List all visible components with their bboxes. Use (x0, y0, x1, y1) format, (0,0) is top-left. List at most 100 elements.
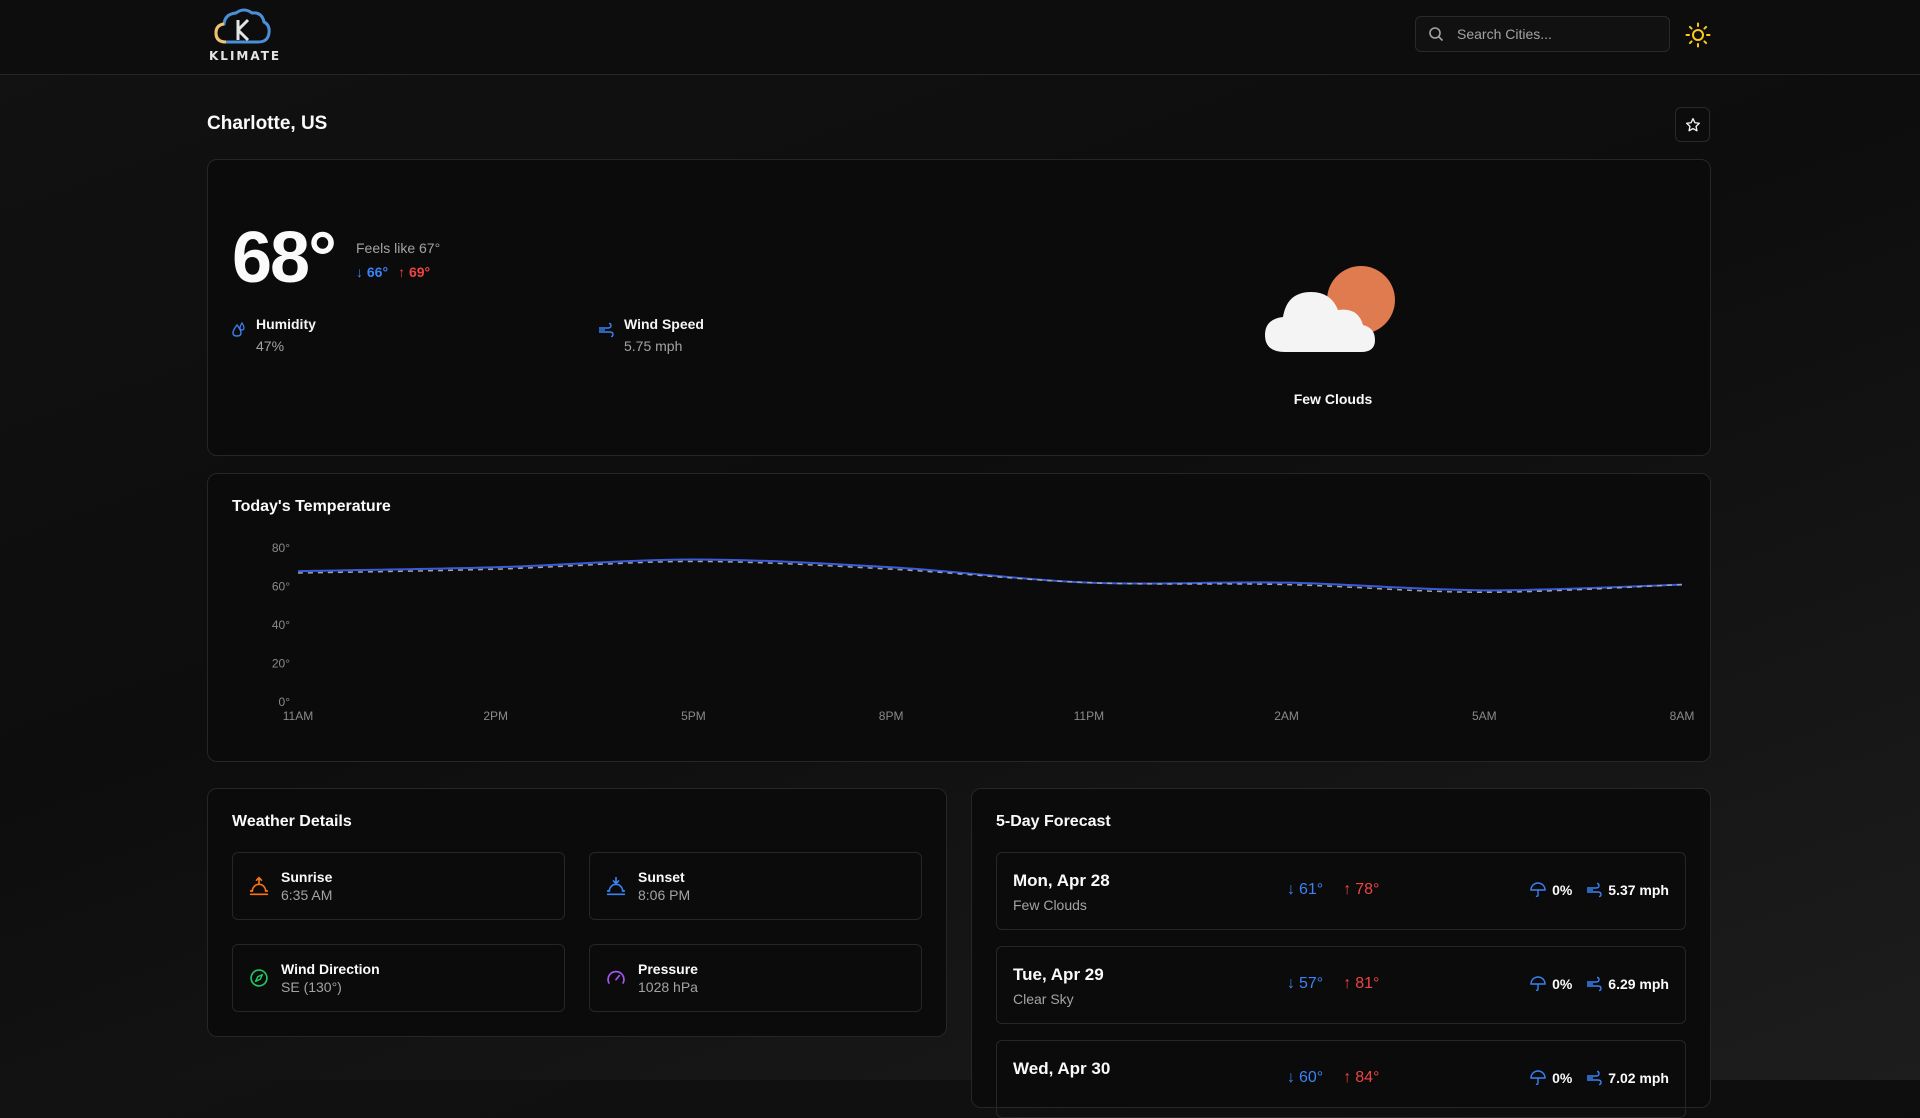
compass-icon (250, 969, 268, 987)
max-temp: ↑ 69° (398, 264, 431, 280)
top-bar: KLIMATE Search Cities... (0, 0, 1920, 75)
y-tick-label: 60° (272, 580, 290, 594)
umbrella-icon (1530, 976, 1546, 992)
wind-direction-value: SE (130°) (281, 979, 342, 995)
weather-description: Few Clouds (1293, 391, 1373, 407)
forecast-date: Tue, Apr 29 (1013, 965, 1104, 984)
temperature-line (297, 558, 1683, 592)
umbrella-icon (1530, 882, 1546, 898)
humidity-stat: Humidity 47% (232, 316, 316, 354)
min-max-temps: ↓ 66° ↑ 69° (356, 264, 430, 280)
forecast-min: ↓ 57° (1287, 975, 1324, 992)
forecast-max: ↑ 78° (1343, 881, 1380, 898)
sunrise-label: Sunrise (281, 869, 333, 885)
forecast-rain-value: 0% (1552, 882, 1573, 898)
sunset-detail: Sunset 8:06 PM (589, 852, 922, 920)
logo-text: KLIMATE (209, 49, 282, 63)
wind-icon (599, 322, 614, 338)
forecast-max-value: 78° (1355, 881, 1380, 898)
sunrise-icon (249, 876, 269, 896)
wind-direction-label: Wind Direction (281, 961, 380, 977)
forecast-wind-value: 7.02 mph (1608, 1070, 1669, 1086)
favorite-button[interactable] (1675, 107, 1710, 142)
wind-icon (1587, 882, 1602, 898)
min-temp: ↓ 66° (356, 264, 389, 280)
x-tick-label: 2PM (483, 709, 508, 723)
max-temp-value: 69° (408, 264, 431, 280)
wind-direction-detail: Wind Direction SE (130°) (232, 944, 565, 1012)
sunset-value: 8:06 PM (638, 887, 691, 903)
wind-icon (1587, 1070, 1602, 1086)
temperature-chart: 80° 60° 40° 20° 0°11AM 2PM 5PM 8PM 11PM 2AM 5AM 8AM (272, 541, 1695, 723)
forecast-extra: 0% 6.29 mph (1530, 976, 1669, 992)
forecast-temps: ↓ 61° ↑ 78° (1287, 881, 1379, 899)
forecast-min-value: 57° (1299, 975, 1324, 992)
x-tick-label: 8AM (1670, 709, 1695, 723)
page-title: Charlotte, US (207, 113, 328, 134)
forecast-min-value: 60° (1299, 1069, 1324, 1086)
forecast-max: ↑ 84° (1343, 1069, 1380, 1086)
forecast-rain: 0% (1530, 882, 1572, 898)
x-tick-label: 11PM (1074, 709, 1104, 723)
sun-icon (1685, 22, 1711, 48)
forecast-condition: Clear Sky (1013, 991, 1074, 1007)
wind-speed-label: Wind Speed (624, 316, 704, 332)
forecast-date: Mon, Apr 28 (1013, 871, 1110, 890)
umbrella-icon (1530, 1070, 1546, 1086)
sunset-icon (606, 876, 626, 896)
pressure-value: 1028 hPa (638, 979, 698, 995)
forecast-title: 5-Day Forecast (996, 813, 1111, 830)
forecast-rain-value: 0% (1552, 1070, 1573, 1086)
y-tick-label: 0° (279, 695, 291, 709)
forecast-min: ↓ 60° (1287, 1069, 1324, 1086)
forecast-min-value: 61° (1299, 881, 1324, 898)
sunrise-value: 6:35 AM (281, 887, 333, 903)
search-input[interactable]: Search Cities... (1415, 16, 1670, 52)
current-temperature: 68° (232, 218, 337, 298)
y-tick-label: 80° (272, 541, 290, 555)
humidity-label: Humidity (256, 316, 316, 332)
sunrise-detail: Sunrise 6:35 AM (232, 852, 565, 920)
x-tick-label: 11AM (283, 709, 313, 723)
star-icon (1685, 117, 1700, 131)
x-tick-label: 5PM (681, 709, 706, 723)
forecast-temps: ↓ 57° ↑ 81° (1287, 975, 1379, 993)
forecast-wind-value: 6.29 mph (1608, 976, 1669, 992)
current-weather-card: 68° Feels like 67° ↓ 66° ↑ 69° Humidity … (207, 159, 1711, 456)
few-clouds-icon (1265, 266, 1395, 352)
wind-speed-value: 5.75 mph (624, 338, 683, 354)
theme-toggle-button[interactable] (1685, 22, 1711, 48)
search-placeholder: Search Cities... (1457, 26, 1552, 42)
forecast-temps: ↓ 60° ↑ 84° (1287, 1069, 1379, 1087)
forecast-wind: 6.29 mph (1586, 976, 1669, 992)
forecast-min: ↓ 61° (1287, 881, 1324, 898)
temperature-chart-card: Today's Temperature 80° 60° 40° 20° 0° 11AM 2P… (207, 473, 1711, 762)
y-tick-label: 20° (272, 657, 290, 671)
y-tick-label: 40° (272, 618, 290, 632)
x-tick-label: 2AM (1274, 709, 1299, 723)
weather-details-card: Weather Details Sunrise 6:35 AM Sunset 8… (207, 788, 947, 1037)
forecast-extra: 0% 5.37 mph (1530, 882, 1669, 898)
forecast-day-row: Tue, Apr 29 Clear Sky ↓ 57° ↑ 81° 0% 6.29 … (996, 946, 1686, 1024)
sunset-label: Sunset (638, 869, 685, 885)
forecast-condition: Few Clouds (1013, 897, 1087, 913)
cloud-logo-icon (214, 8, 271, 44)
forecast-rain: 0% (1530, 1070, 1572, 1086)
forecast-wind: 5.37 mph (1586, 882, 1669, 898)
wind-speed-stat: Wind Speed 5.75 mph (598, 316, 704, 354)
x-tick-label: 5AM (1472, 709, 1497, 723)
wind-icon (1587, 976, 1602, 992)
forecast-max-value: 84° (1355, 1069, 1380, 1086)
forecast-max-value: 81° (1355, 975, 1380, 992)
search-icon (1429, 27, 1444, 42)
forecast-rain: 0% (1530, 976, 1572, 992)
forecast-day-row: Wed, Apr 30 ↓ 60° ↑ 84° 0% 7.02 mph (996, 1040, 1686, 1118)
x-tick-label: 8PM (879, 709, 904, 723)
forecast-extra: 0% 7.02 mph (1530, 1070, 1669, 1086)
pressure-label: Pressure (638, 961, 698, 977)
forecast-wind-value: 5.37 mph (1608, 882, 1669, 898)
klimate-logo[interactable]: KLIMATE (207, 6, 279, 63)
feels-like: Feels like 67° (356, 240, 441, 256)
forecast-day-row: Mon, Apr 28 Few Clouds ↓ 61° ↑ 78° 0% 5.37… (996, 852, 1686, 930)
forecast-rain-value: 0% (1552, 976, 1573, 992)
